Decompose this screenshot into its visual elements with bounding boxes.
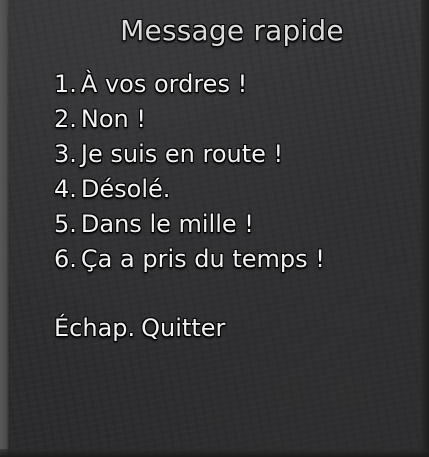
option-4-text: Désolé. [80,175,171,203]
option-3-text: Je suis en route ! [80,140,284,168]
quick-message-option-6[interactable]: 6. Ça a pris du temps ! [54,242,325,277]
quick-message-option-1[interactable]: 1. À vos ordres ! [54,67,325,102]
left-wall-edge [0,0,10,457]
bottom-shadow-edge [0,449,429,457]
option-4-key: 4. [54,175,77,203]
quick-message-list: 1. À vos ordres ! 2. Non ! 3. Je suis en ro… [54,67,325,277]
option-2-text: Non ! [80,105,147,133]
option-6-key: 6. [54,245,77,273]
right-shadow-edge [421,0,429,457]
option-1-key: 1. [54,70,77,98]
quick-message-option-4[interactable]: 4. Désolé. [54,172,325,207]
quit-option[interactable]: Échap. Quitter [54,311,225,346]
option-3-key: 3. [54,140,77,168]
quick-message-option-5[interactable]: 5. Dans le mille ! [54,207,325,242]
quick-message-option-3[interactable]: 3. Je suis en route ! [54,137,325,172]
option-6-text: Ça a pris du temps ! [80,245,325,273]
quick-message-option-2[interactable]: 2. Non ! [54,102,325,137]
panel-title: Message rapide [120,14,344,47]
quick-message-panel: Message rapide 1. À vos ordres ! 2. Non ! … [10,0,421,449]
option-1-text: À vos ordres ! [80,70,248,98]
quit-key: Échap. [54,314,136,342]
quit-text: Quitter [141,314,226,342]
option-2-key: 2. [54,105,77,133]
option-5-key: 5. [54,210,77,238]
option-5-text: Dans le mille ! [80,210,254,238]
